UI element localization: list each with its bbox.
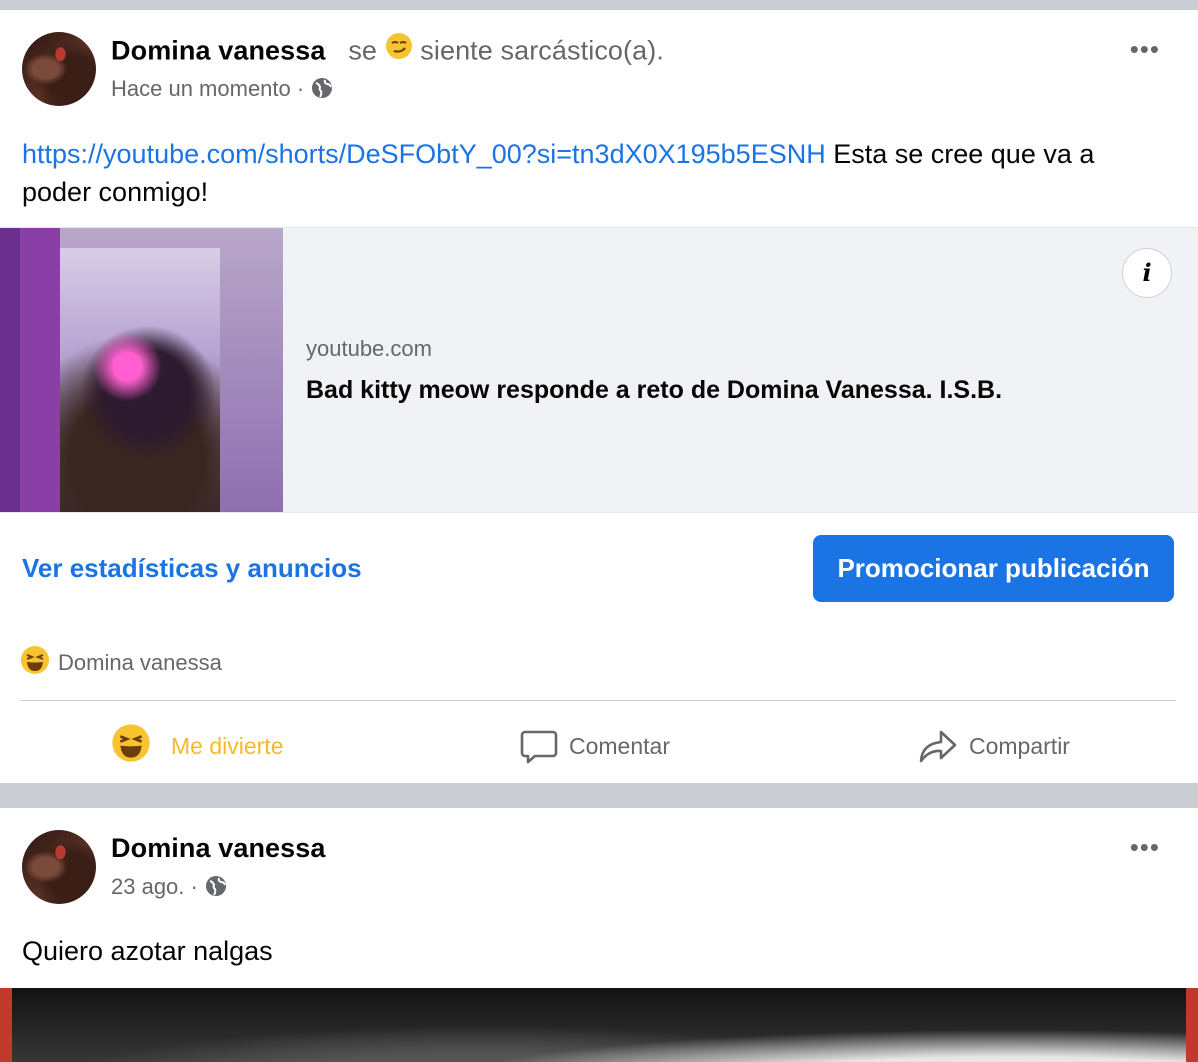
smirk-emoji-icon <box>385 32 413 67</box>
share-button-label: Compartir <box>969 732 1070 759</box>
info-button[interactable]: i <box>1122 248 1172 298</box>
link-title[interactable]: Bad kitty meow responde a reto de Domina… <box>306 376 1002 405</box>
comment-icon <box>520 730 558 764</box>
author-name[interactable]: Domina vanessa <box>111 36 326 66</box>
share-button[interactable]: Compartir <box>917 723 1070 769</box>
share-icon <box>919 730 957 763</box>
meta-separator: · <box>190 874 204 899</box>
reaction-summary[interactable]: Domina vanessa <box>20 645 222 681</box>
meta-separator: · <box>296 76 311 101</box>
more-options-button[interactable]: ••• <box>1130 36 1160 62</box>
feeling-text: siente sarcástico(a). <box>420 35 664 66</box>
photo-image <box>12 988 1186 1062</box>
post-card: Domina vanessa se siente sarcástico(a). … <box>0 10 1198 783</box>
comment-button[interactable]: Comentar <box>519 723 670 769</box>
view-stats-link[interactable]: Ver estadísticas y anuncios <box>22 553 362 584</box>
link-domain: youtube.com <box>306 336 432 361</box>
reaction-names: Domina vanessa <box>58 650 222 675</box>
divider <box>20 700 1176 701</box>
post-body: Quiero azotar nalgas <box>22 936 273 966</box>
avatar[interactable] <box>22 32 96 106</box>
post-card: Domina vanessa 23 ago. · ••• Quiero azot… <box>0 808 1198 1062</box>
more-options-button[interactable]: ••• <box>1130 834 1160 860</box>
thumbnail-image <box>60 248 220 512</box>
post-photo[interactable] <box>0 988 1198 1062</box>
reaction-button[interactable]: Me divierte <box>111 723 283 769</box>
post-meta: Hace un momento · <box>111 76 334 102</box>
post-meta: 23 ago. · <box>111 874 228 900</box>
haha-emoji-icon <box>20 645 50 681</box>
link-thumbnail[interactable] <box>0 228 283 512</box>
post-header-line: Domina vanessa se siente sarcástico(a). <box>111 32 664 70</box>
avatar[interactable] <box>22 830 96 904</box>
globe-icon <box>312 78 333 99</box>
feeling-prefix: se <box>348 35 378 66</box>
link-preview-card[interactable]: youtube.com Bad kitty meow responde a re… <box>0 227 1198 513</box>
post-link[interactable]: https://youtube.com/shorts/DeSFObtY_00?s… <box>22 139 826 169</box>
post-timestamp[interactable]: Hace un momento <box>111 76 291 101</box>
promote-post-button[interactable]: Promocionar publicación <box>813 535 1174 602</box>
reaction-button-label: Me divierte <box>171 732 284 759</box>
post-text: https://youtube.com/shorts/DeSFObtY_00?s… <box>22 135 1168 211</box>
haha-emoji-icon <box>111 723 161 769</box>
comment-button-label: Comentar <box>569 732 670 759</box>
post-timestamp[interactable]: 23 ago. <box>111 874 184 899</box>
author-name[interactable]: Domina vanessa <box>111 833 326 864</box>
globe-icon <box>205 876 226 897</box>
